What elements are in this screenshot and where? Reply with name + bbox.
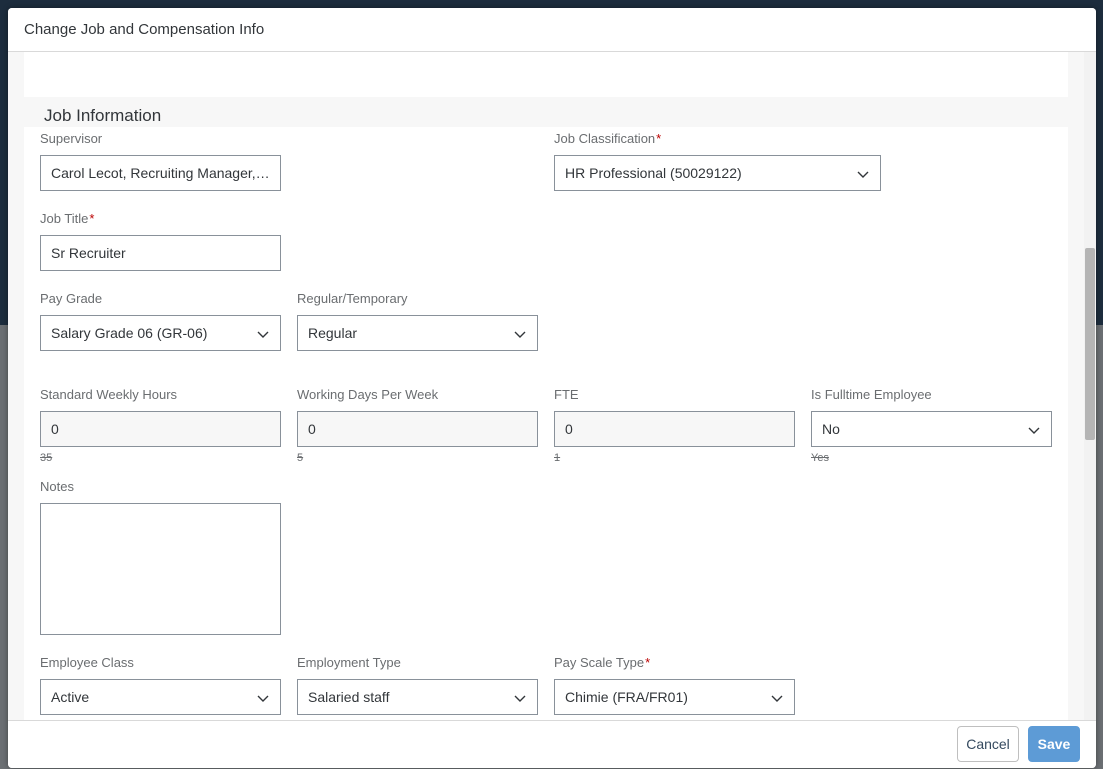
chevron-down-icon[interactable] bbox=[256, 691, 270, 705]
job-classification-value: HR Professional (50029122) bbox=[565, 165, 742, 181]
working-days-per-week-label: Working Days Per Week bbox=[297, 387, 439, 402]
job-title-label-text: Job Title bbox=[40, 211, 89, 226]
chevron-down-icon[interactable] bbox=[513, 691, 527, 705]
dialog-scrollbar[interactable] bbox=[1084, 52, 1096, 720]
employee-class-value: Active bbox=[51, 689, 90, 705]
pay-scale-type-label-text: Pay Scale Type bbox=[554, 655, 645, 670]
standard-weekly-hours-input[interactable]: 0 bbox=[40, 411, 281, 447]
employee-class-label: Employee Class bbox=[40, 655, 134, 670]
pay-scale-type-label: Pay Scale Type* bbox=[554, 655, 795, 671]
fte-field: FTE 0 1 bbox=[554, 387, 795, 464]
is-fulltime-employee-value: No bbox=[822, 421, 840, 437]
supervisor-value: Carol Lecot, Recruiting Manager, ... bbox=[51, 165, 270, 181]
previous-value: 5 bbox=[297, 452, 304, 464]
chevron-down-icon[interactable] bbox=[1027, 423, 1041, 437]
employee-class-select[interactable]: Active bbox=[40, 679, 281, 715]
previous-value: 1 bbox=[554, 452, 561, 464]
dialog-header: Change Job and Compensation Info bbox=[8, 8, 1096, 52]
previous-value: 35 bbox=[40, 452, 53, 464]
section-title: Job Information bbox=[44, 106, 162, 125]
working-days-per-week-field: Working Days Per Week 0 5 bbox=[297, 387, 538, 464]
is-fulltime-employee-label: Is Fulltime Employee bbox=[811, 387, 932, 402]
job-classification-label: Job Classification* bbox=[554, 131, 881, 147]
supervisor-field: Supervisor Carol Lecot, Recruiting Manag… bbox=[40, 131, 281, 191]
employment-type-value: Salaried staff bbox=[308, 689, 390, 705]
required-mark: * bbox=[645, 655, 651, 670]
pay-grade-field: Pay Grade Salary Grade 06 (GR-06) bbox=[40, 291, 281, 351]
pay-scale-type-select[interactable]: Chimie (FRA/FR01) bbox=[554, 679, 795, 715]
regular-temporary-field: Regular/Temporary Regular bbox=[297, 291, 538, 351]
dialog-title: Change Job and Compensation Info bbox=[24, 21, 265, 38]
employee-class-field: Employee Class Active bbox=[40, 655, 281, 715]
fte-label: FTE bbox=[554, 387, 579, 402]
supervisor-label: Supervisor bbox=[40, 131, 103, 146]
pay-grade-select[interactable]: Salary Grade 06 (GR-06) bbox=[40, 315, 281, 351]
regular-temporary-value: Regular bbox=[308, 325, 358, 341]
fte-value: 0 bbox=[565, 421, 573, 437]
scrollbar-thumb[interactable] bbox=[1085, 248, 1095, 440]
pay-scale-type-value: Chimie (FRA/FR01) bbox=[565, 689, 688, 705]
pay-grade-label: Pay Grade bbox=[40, 291, 103, 306]
job-title-input[interactable]: Sr Recruiter bbox=[40, 235, 281, 271]
previous-section-card bbox=[24, 52, 1068, 97]
working-days-per-week-value: 0 bbox=[308, 421, 316, 437]
pay-scale-type-field: Pay Scale Type* Chimie (FRA/FR01) bbox=[554, 655, 795, 715]
regular-temporary-label: Regular/Temporary bbox=[297, 291, 408, 306]
chevron-down-icon[interactable] bbox=[513, 327, 527, 341]
chevron-down-icon[interactable] bbox=[256, 327, 270, 341]
regular-temporary-select[interactable]: Regular bbox=[297, 315, 538, 351]
required-mark: * bbox=[656, 131, 662, 146]
cancel-button[interactable]: Cancel bbox=[957, 726, 1019, 762]
dialog-body: Job Information Supervisor Carol Lecot, … bbox=[8, 52, 1096, 720]
standard-weekly-hours-field: Standard Weekly Hours 0 35 bbox=[40, 387, 281, 464]
is-fulltime-employee-select[interactable]: No bbox=[811, 411, 1052, 447]
job-title-value: Sr Recruiter bbox=[51, 245, 126, 261]
job-classification-field: Job Classification* HR Professional (500… bbox=[554, 131, 881, 191]
is-fulltime-employee-field: Is Fulltime Employee No Yes bbox=[811, 387, 1052, 464]
working-days-per-week-input[interactable]: 0 bbox=[297, 411, 538, 447]
notes-label: Notes bbox=[40, 479, 74, 494]
job-classification-select[interactable]: HR Professional (50029122) bbox=[554, 155, 881, 191]
job-title-label: Job Title* bbox=[40, 211, 281, 227]
dialog-footer: Cancel Save bbox=[8, 720, 1096, 768]
job-title-field: Job Title* Sr Recruiter bbox=[40, 211, 281, 271]
job-classification-label-text: Job Classification bbox=[554, 131, 656, 146]
employment-type-field: Employment Type Salaried staff bbox=[297, 655, 538, 715]
job-information-card: Supervisor Carol Lecot, Recruiting Manag… bbox=[24, 127, 1068, 720]
previous-value: Yes bbox=[811, 452, 829, 464]
pay-grade-value: Salary Grade 06 (GR-06) bbox=[51, 325, 208, 341]
notes-field: Notes bbox=[40, 479, 281, 635]
standard-weekly-hours-value: 0 bbox=[51, 421, 59, 437]
save-button[interactable]: Save bbox=[1028, 726, 1080, 762]
standard-weekly-hours-label: Standard Weekly Hours bbox=[40, 387, 178, 402]
chevron-down-icon[interactable] bbox=[856, 167, 870, 181]
supervisor-input[interactable]: Carol Lecot, Recruiting Manager, ... bbox=[40, 155, 281, 191]
required-mark: * bbox=[89, 211, 95, 226]
notes-textarea[interactable] bbox=[40, 503, 281, 635]
chevron-down-icon[interactable] bbox=[770, 691, 784, 705]
employment-type-select[interactable]: Salaried staff bbox=[297, 679, 538, 715]
employment-type-label: Employment Type bbox=[297, 655, 401, 670]
fte-input[interactable]: 0 bbox=[554, 411, 795, 447]
change-job-dialog: Change Job and Compensation Info Job Inf… bbox=[8, 8, 1096, 768]
